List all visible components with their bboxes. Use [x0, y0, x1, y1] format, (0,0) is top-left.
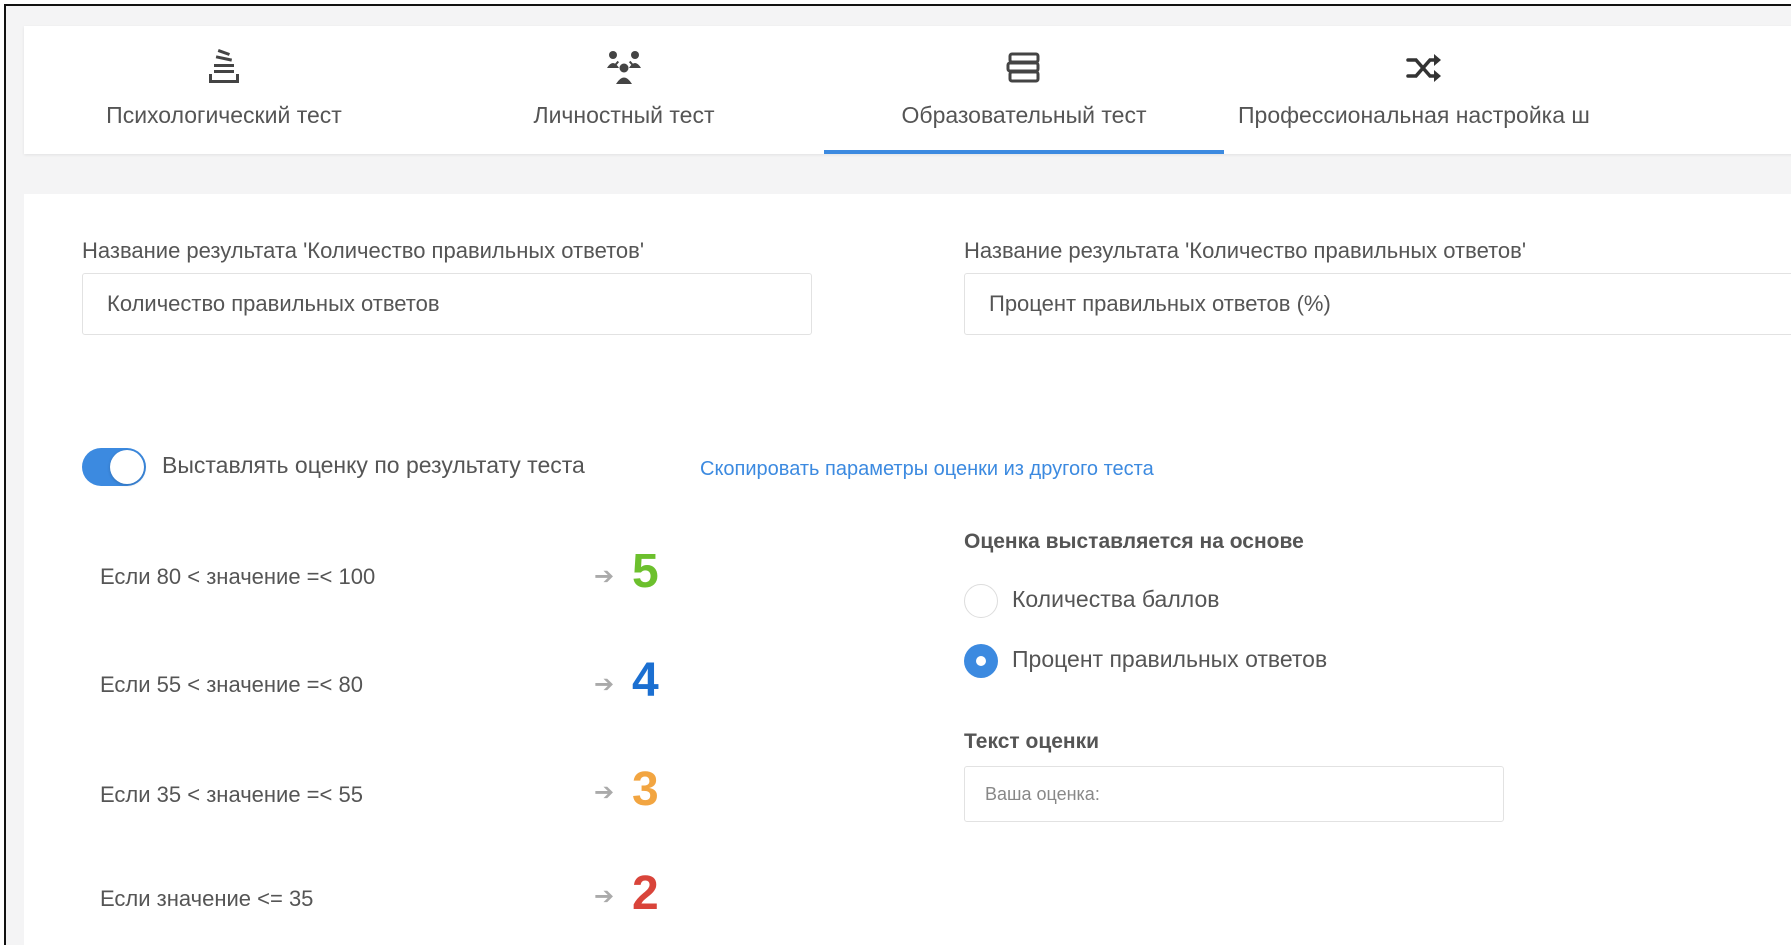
arrow-right-icon: ➔	[594, 563, 615, 590]
tab-label: Профессиональная настройка ш	[1238, 102, 1590, 128]
grade-toggle[interactable]	[82, 448, 146, 486]
grade-value: 4	[632, 654, 659, 707]
tab-label: Образовательный тест	[901, 102, 1147, 128]
rule-condition: Если 55 < значение =< 80	[100, 672, 363, 697]
app-frame: Психологический тест Личностный тест Обр…	[4, 4, 1791, 945]
tab-professional-setup[interactable]: Профессиональная настройка ш	[1224, 26, 1791, 154]
result-name-label-right: Название результата 'Количество правильн…	[964, 238, 1527, 263]
tab-label: Психологический тест	[106, 102, 342, 128]
group-icon	[607, 51, 641, 84]
grade-value: 5	[632, 545, 659, 598]
test-type-tabs: Психологический тест Личностный тест Обр…	[24, 26, 1791, 154]
radio-points-count[interactable]	[964, 584, 998, 618]
arrow-right-icon: ➔	[594, 883, 615, 910]
radio-label: Процент правильных ответов	[1012, 646, 1328, 672]
test-settings-card: Название результата 'Количество правильн…	[24, 194, 1791, 945]
arrow-right-icon: ➔	[594, 779, 615, 806]
tab-psychological-test[interactable]: Психологический тест	[24, 26, 424, 154]
rule-condition: Если 35 < значение =< 55	[100, 782, 363, 807]
grade-value: 2	[632, 867, 659, 920]
copy-grade-params-link[interactable]: Скопировать параметры оценки из другого …	[700, 458, 1154, 481]
shuffle-icon	[1406, 54, 1441, 82]
result-name-label-left: Название результата 'Количество правильн…	[82, 238, 645, 263]
grade-text-input[interactable]: Ваша оценка:	[964, 766, 1504, 822]
result-name-input-right[interactable]: Процент правильных ответов (%)	[964, 273, 1791, 335]
grade-toggle-label: Выставлять оценку по результату теста	[162, 452, 585, 478]
books-icon	[1006, 52, 1040, 83]
toggle-knob	[110, 450, 144, 484]
tab-personality-test[interactable]: Личностный тест	[424, 26, 824, 154]
rule-condition: Если значение <= 35	[100, 886, 314, 911]
rule-condition: Если 80 < значение =< 100	[100, 564, 376, 589]
tab-label: Личностный тест	[533, 102, 715, 128]
tab-educational-test[interactable]: Образовательный тест	[824, 26, 1224, 154]
grade-basis-title: Оценка выставляется на основе	[964, 530, 1304, 553]
result-name-input-left[interactable]: Количество правильных ответов	[82, 273, 812, 335]
active-tab-underline	[824, 150, 1224, 154]
radio-label: Количества баллов	[1012, 586, 1220, 612]
grade-text-title: Текст оценки	[964, 730, 1100, 753]
arrow-right-icon: ➔	[594, 671, 615, 698]
radio-correct-percent[interactable]	[964, 644, 998, 678]
grade-value: 3	[632, 763, 659, 816]
stack-icon	[209, 49, 239, 83]
